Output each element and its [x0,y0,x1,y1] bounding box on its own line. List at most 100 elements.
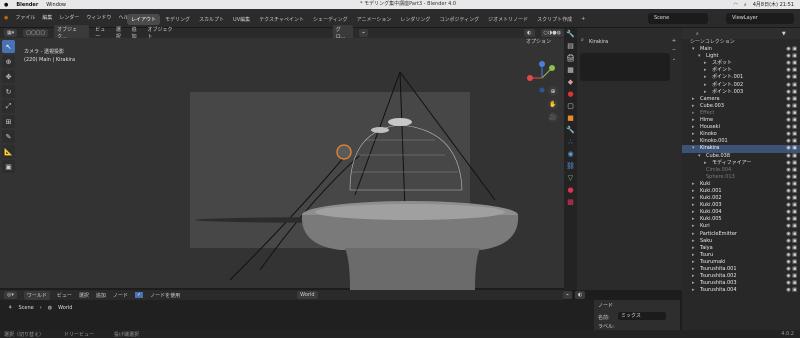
workspace-tab-layout[interactable]: レイアウト [127,14,161,25]
visibility-icon[interactable]: ◉ ▣ [786,238,797,245]
visibility-icon[interactable]: ◉ ▣ [786,89,797,96]
workspace-tab-sculpt[interactable]: スカルプト [195,14,228,25]
outliner-row[interactable]: ▸ Kuki.003 ◉ ▣ [682,202,800,209]
visibility-icon[interactable]: ◉ ▣ [786,174,797,181]
measure-tool[interactable]: 📐 [2,145,15,158]
material-tab-icon[interactable]: ● [566,186,575,195]
outliner-row[interactable]: ▸ Tsurushita.002 ◉ ▣ [682,273,800,280]
visibility-icon[interactable]: ◉ ▣ [786,82,797,89]
outliner-row[interactable]: ▸ ポイント.002 ◉ ▣ [682,82,800,89]
expand-toggle-icon[interactable]: ▸ [692,245,695,252]
expand-toggle-icon[interactable]: ▸ [692,287,695,294]
visibility-icon[interactable]: ◉ ▣ [786,188,797,195]
menu-render[interactable]: レンダー [59,14,79,21]
physics-tab-icon[interactable]: ◉ [566,150,575,159]
outliner-row[interactable]: ▸ Cube.003 ◉ ▣ [682,103,800,110]
rotate-tool[interactable]: ↻ [2,85,15,98]
visibility-icon[interactable]: ◉ ▣ [786,231,797,238]
camera-view-icon[interactable]: 🎥 [548,112,558,122]
shader-type-selector[interactable]: ワールド [23,290,50,300]
expand-toggle-icon[interactable]: ▾ [698,153,701,160]
object-tab-icon[interactable]: ■ [566,114,575,123]
visibility-icon[interactable]: ◉ ▣ [786,287,797,294]
visibility-icon[interactable]: ◉ ▣ [786,252,797,259]
viewlayer-selector[interactable]: ViewLayer [726,13,794,24]
node-editor-type-button[interactable]: ◎▾ [4,291,17,299]
chevron-down-icon[interactable]: ⌄ [672,56,676,62]
blender-logo-icon[interactable]: ◉ [4,15,8,21]
data-tab-icon[interactable]: ▽ [566,174,575,183]
transform-tool[interactable]: ⊞ [2,115,15,128]
node-editor-canvas[interactable] [0,300,594,330]
expand-toggle-icon[interactable]: ▸ [692,259,695,266]
expand-toggle-icon[interactable]: ▸ [692,138,695,145]
snap-icon[interactable]: ⌁ [359,29,369,37]
visibility-icon[interactable]: ◉ ▣ [786,145,797,152]
expand-toggle-icon[interactable]: ▸ [692,195,695,202]
outliner-row[interactable]: ▸ Kuri ◉ ▣ [682,223,800,230]
expand-toggle-icon[interactable]: ▸ [692,238,695,245]
expand-toggle-icon[interactable]: ▸ [704,82,707,89]
collection-tab-icon[interactable]: ▢ [566,102,575,111]
expand-toggle-icon[interactable]: ▸ [692,124,695,131]
apple-icon[interactable]: ● [4,2,8,8]
visibility-icon[interactable]: ◉ ▣ [786,266,797,273]
pan-hand-icon[interactable]: ✋ [548,99,558,109]
expand-toggle-icon[interactable]: ▸ [692,110,695,117]
add-icon[interactable]: + [672,38,676,44]
expand-toggle-icon[interactable]: ▸ [692,223,695,230]
visibility-icon[interactable]: ◉ ▣ [786,96,797,103]
remove-icon[interactable]: − [672,47,676,53]
workspace-tab-shading[interactable]: シェーディング [309,14,352,25]
workspace-tab-scripting[interactable]: スクリプト作成 [533,14,576,25]
visibility-icon[interactable]: ◉ ▣ [786,153,797,160]
world-selector[interactable]: World [297,291,318,299]
outliner-row[interactable]: ▸ Kinoko.001 ◉ ▣ [682,138,800,145]
expand-toggle-icon[interactable]: ▾ [692,46,695,53]
expand-toggle-icon[interactable]: ▸ [692,216,695,223]
visibility-icon[interactable]: ◉ ▣ [786,60,797,67]
select-mode-buttons[interactable]: ▢▢▢▢ [23,29,49,37]
cursor-tool[interactable]: ⊕ [2,55,15,68]
visibility-icon[interactable]: ◉ ▣ [786,131,797,138]
expand-toggle-icon[interactable]: ▸ [692,273,695,280]
scale-tool[interactable]: ⤢ [2,100,15,113]
expand-toggle-icon[interactable]: ▸ [692,231,695,238]
overlay-toggle-icon[interactable]: ◐ [575,291,586,299]
expand-toggle-icon[interactable]: ▸ [692,131,695,138]
visibility-icon[interactable]: ◉ ▣ [786,46,797,53]
outliner-row[interactable]: ▸ Kuki.002 ◉ ▣ [682,195,800,202]
modifier-tab-icon[interactable]: 🔧 [566,126,575,135]
menu-window[interactable]: ウィンドウ [86,14,111,21]
clock[interactable]: 4月8日(木) 21:51 [753,1,794,8]
visibility-icon[interactable]: ◉ ▣ [786,223,797,230]
expand-toggle-icon[interactable]: ▸ [704,89,707,96]
particles-tab-icon[interactable]: ∴ [566,138,575,147]
expand-toggle-icon[interactable]: ▸ [692,188,695,195]
app-name[interactable]: Blender [16,2,38,8]
snap-toggle-icon[interactable]: ⌁ [563,291,573,299]
workspace-tab-modeling[interactable]: モデリング [161,14,194,25]
overlay-icon[interactable]: ◐ [524,29,535,37]
scene-selector[interactable]: Scene [648,13,708,24]
visibility-icon[interactable]: ◉ ▣ [786,245,797,252]
outliner-row[interactable]: ▸ Kinoko ◉ ▣ [682,131,800,138]
zoom-icon[interactable]: ⊕ [548,86,558,96]
outliner-row[interactable]: ▸ Tsurushita.001 ◉ ▣ [682,266,800,273]
outliner-row[interactable]: ▸ Kuki ◉ ▣ [682,181,800,188]
expand-toggle-icon[interactable]: ▸ [704,74,707,81]
outliner-row[interactable]: ▸ Tsuru ◉ ▣ [682,252,800,259]
world-tab-icon[interactable]: ● [566,90,575,99]
outliner-search-icon[interactable]: ⌕ [696,31,699,37]
expand-toggle-icon[interactable]: ▾ [692,145,695,152]
options-dropdown[interactable]: オプション [526,38,551,45]
visibility-icon[interactable]: ◉ ▣ [786,74,797,81]
texture-tab-icon[interactable]: ▩ [566,198,575,207]
outliner-row[interactable]: ▸ Saku ◉ ▣ [682,238,800,245]
visibility-icon[interactable]: ◉ ▣ [786,259,797,266]
properties-search-icon[interactable]: ⌕ [581,37,584,43]
add-cube-tool[interactable]: ▣ [2,160,15,173]
outliner-row[interactable]: ▸ Kuki.001 ◉ ▣ [682,188,800,195]
editor-type-button[interactable]: ▦▾ [4,29,18,37]
move-tool[interactable]: ✥ [2,70,15,83]
